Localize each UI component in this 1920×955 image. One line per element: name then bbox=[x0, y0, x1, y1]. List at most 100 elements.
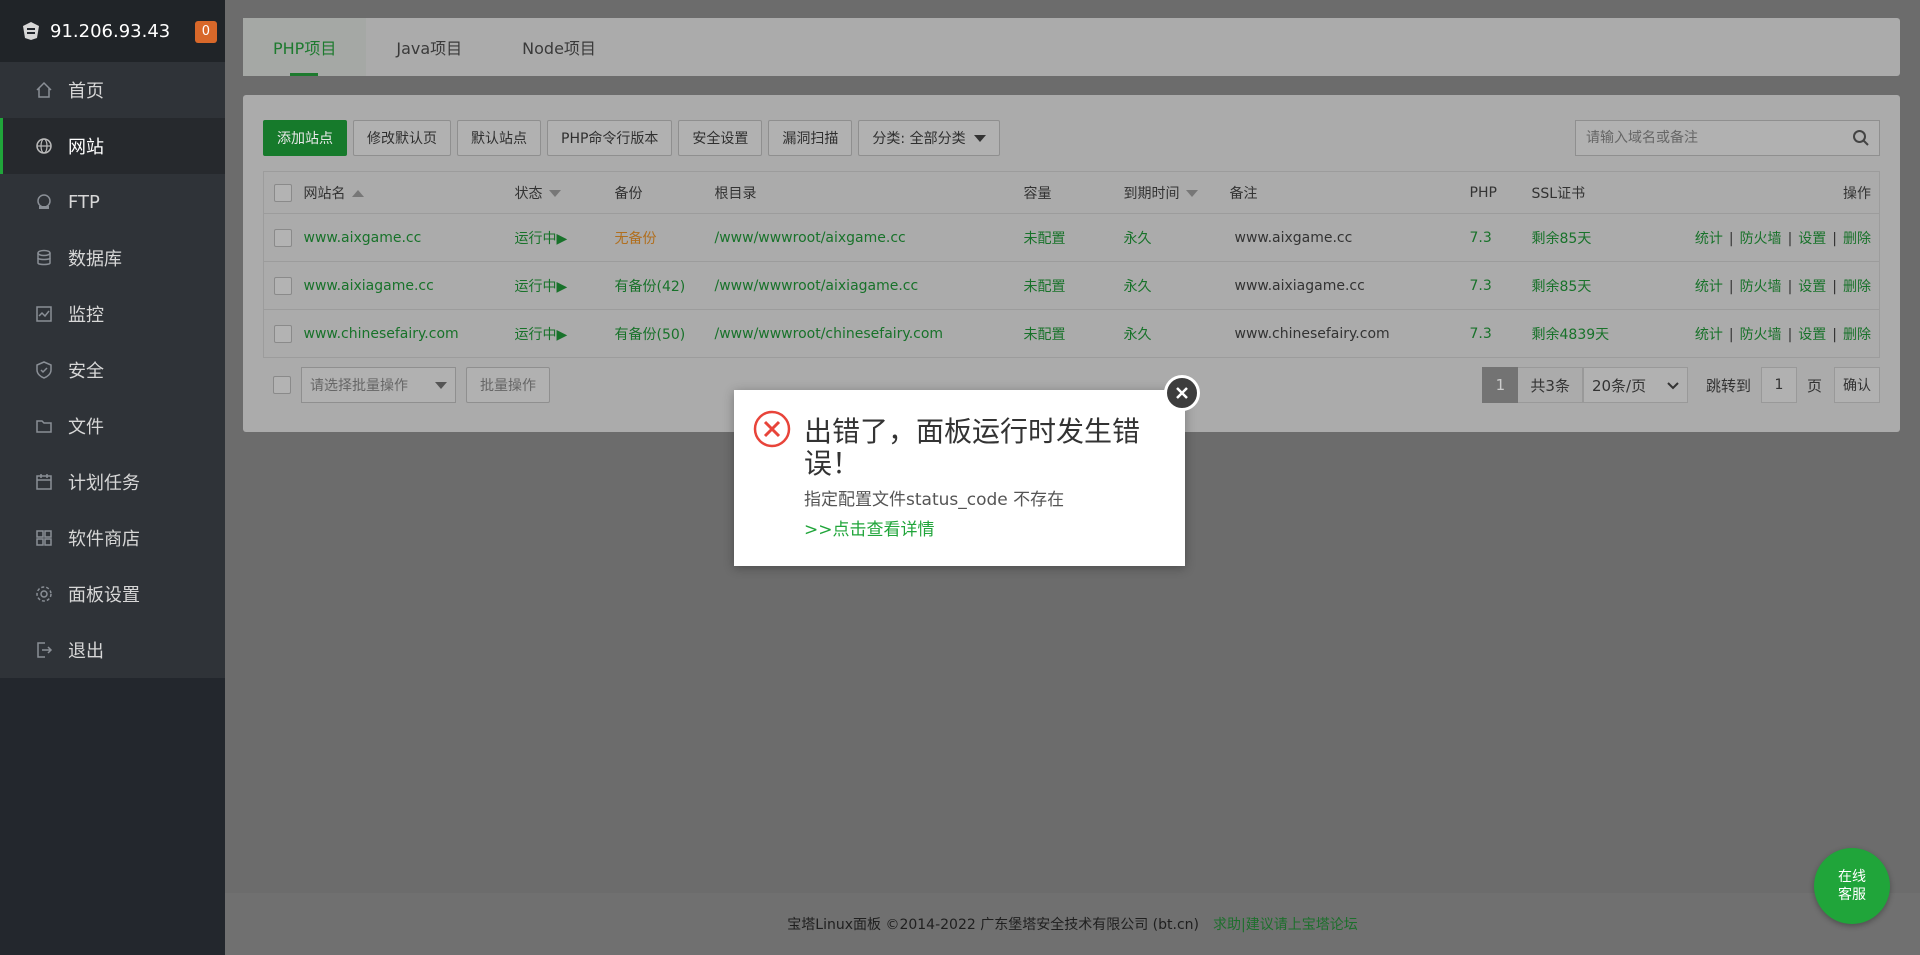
category-dropdown[interactable]: 分类: 全部分类 bbox=[858, 120, 1000, 156]
firewall-link[interactable]: 防火墙 bbox=[1740, 231, 1782, 247]
sidebar-item-label: 监控 bbox=[68, 305, 104, 326]
ssl-status-link[interactable]: 剩余4839天 bbox=[1531, 309, 1652, 358]
backup-link[interactable]: 有备份(50) bbox=[614, 309, 715, 358]
vuln-scan-button[interactable]: 漏洞扫描 bbox=[768, 120, 853, 156]
firewall-link[interactable]: 防火墙 bbox=[1740, 279, 1782, 295]
sidebar-item-logout[interactable]: 退出 bbox=[0, 622, 225, 678]
tab-php-projects[interactable]: PHP项目 bbox=[243, 18, 367, 76]
site-name-link[interactable]: www.chinesefairy.com bbox=[303, 309, 515, 358]
chat-label-line1: 在线 bbox=[1838, 869, 1866, 885]
stats-link[interactable]: 统计 bbox=[1695, 279, 1723, 295]
stats-link[interactable]: 统计 bbox=[1695, 327, 1723, 343]
settings-link[interactable]: 设置 bbox=[1798, 279, 1826, 295]
sidebar-item-database[interactable]: 数据库 bbox=[0, 230, 225, 286]
select-all-checkbox[interactable] bbox=[274, 183, 292, 202]
sidebar-item-files[interactable]: 文件 bbox=[0, 398, 225, 454]
page-size-select[interactable]: 20条/页 bbox=[1582, 367, 1688, 403]
batch-select[interactable]: 请选择批量操作 bbox=[301, 367, 456, 403]
jump-page-input[interactable]: 1 bbox=[1760, 367, 1797, 403]
status-toggle[interactable]: 运行中▶ bbox=[514, 309, 615, 358]
table-row: www.aixgame.cc 运行中▶ 无备份 /www/wwwroot/aix… bbox=[263, 213, 1880, 262]
row-select-cell bbox=[263, 213, 304, 262]
quota-link[interactable]: 未配置 bbox=[1023, 261, 1124, 310]
select-all-bottom-checkbox[interactable] bbox=[273, 376, 291, 394]
settings-link[interactable]: 设置 bbox=[1798, 231, 1826, 247]
database-icon bbox=[34, 248, 54, 268]
remark-cell[interactable]: www.aixiagame.cc bbox=[1229, 261, 1470, 310]
row-checkbox[interactable] bbox=[274, 276, 292, 295]
sidebar-item-panel-settings[interactable]: 面板设置 bbox=[0, 566, 225, 622]
delete-link[interactable]: 删除 bbox=[1843, 279, 1871, 295]
expire-link[interactable]: 永久 bbox=[1123, 309, 1230, 358]
php-cli-version-button[interactable]: PHP命令行版本 bbox=[547, 120, 673, 156]
status-toggle[interactable]: 运行中▶ bbox=[514, 261, 615, 310]
root-path-link[interactable]: /www/wwwroot/aixiagame.cc bbox=[714, 261, 1024, 310]
error-details-link[interactable]: >>点击查看详情 bbox=[804, 515, 935, 540]
row-checkbox[interactable] bbox=[274, 324, 292, 343]
ops-separator: | bbox=[1728, 278, 1734, 295]
settings-link[interactable]: 设置 bbox=[1798, 327, 1826, 343]
notification-badge[interactable]: 0 bbox=[194, 21, 217, 43]
error-message: 指定配置文件status_code 不存在 bbox=[804, 490, 1065, 510]
jump-confirm-button[interactable]: 确认 bbox=[1834, 367, 1880, 403]
close-icon[interactable] bbox=[1164, 375, 1200, 411]
search-icon[interactable] bbox=[1843, 121, 1879, 155]
default-site-button[interactable]: 默认站点 bbox=[457, 120, 541, 156]
remark-cell[interactable]: www.chinesefairy.com bbox=[1229, 309, 1470, 358]
quota-link[interactable]: 未配置 bbox=[1023, 309, 1124, 358]
row-ops: 统计 | 防火墙 | 设置 | 删除 bbox=[1651, 261, 1880, 310]
header-ops: 操作 bbox=[1651, 171, 1880, 214]
header-name[interactable]: 网站名 bbox=[303, 171, 515, 214]
sidebar-item-monitor[interactable]: 监控 bbox=[0, 286, 225, 342]
status-toggle[interactable]: 运行中▶ bbox=[514, 213, 615, 262]
modify-default-page-button[interactable]: 修改默认页 bbox=[353, 120, 451, 156]
error-dialog: 出错了，面板运行时发生错误！ 指定配置文件status_code 不存在 >>点… bbox=[734, 375, 1200, 566]
security-settings-button[interactable]: 安全设置 bbox=[678, 120, 763, 156]
header-expire[interactable]: 到期时间 bbox=[1123, 171, 1230, 214]
online-support-button[interactable]: 在线 客服 bbox=[1814, 848, 1890, 924]
ssl-status-link[interactable]: 剩余85天 bbox=[1531, 213, 1652, 262]
backup-link[interactable]: 无备份 bbox=[614, 213, 715, 262]
firewall-link[interactable]: 防火墙 bbox=[1740, 327, 1782, 343]
stats-link[interactable]: 统计 bbox=[1695, 231, 1723, 247]
root-path-link[interactable]: /www/wwwroot/chinesefairy.com bbox=[714, 309, 1024, 358]
sidebar-item-label: 退出 bbox=[68, 641, 104, 662]
row-ops: 统计 | 防火墙 | 设置 | 删除 bbox=[1651, 213, 1880, 262]
site-name-link[interactable]: www.aixgame.cc bbox=[303, 213, 515, 262]
batch-action-button[interactable]: 批量操作 bbox=[466, 367, 550, 403]
sidebar-item-security[interactable]: 安全 bbox=[0, 342, 225, 398]
sidebar-item-label: 首页 bbox=[68, 81, 104, 102]
expire-link[interactable]: 永久 bbox=[1123, 261, 1230, 310]
sidebar-item-ftp[interactable]: FTP bbox=[0, 174, 225, 230]
sidebar-item-cron[interactable]: 计划任务 bbox=[0, 454, 225, 510]
sidebar-item-websites[interactable]: 网站 bbox=[0, 118, 225, 174]
apps-icon bbox=[34, 528, 54, 548]
ssl-status-link[interactable]: 剩余85天 bbox=[1531, 261, 1652, 310]
expire-link[interactable]: 永久 bbox=[1123, 213, 1230, 262]
remark-cell[interactable]: www.aixgame.cc bbox=[1229, 213, 1470, 262]
row-checkbox[interactable] bbox=[274, 228, 292, 247]
tab-node-projects[interactable]: Node项目 bbox=[492, 18, 626, 76]
php-version-link[interactable]: 7.3 bbox=[1469, 261, 1532, 310]
quota-link[interactable]: 未配置 bbox=[1023, 213, 1124, 262]
sidebar-item-app-store[interactable]: 软件商店 bbox=[0, 510, 225, 566]
header-status[interactable]: 状态 bbox=[514, 171, 615, 214]
forum-link[interactable]: 求助|建议请上宝塔论坛 bbox=[1213, 914, 1358, 934]
search-input[interactable] bbox=[1576, 121, 1843, 155]
sidebar-item-home[interactable]: 首页 bbox=[0, 62, 225, 118]
tab-java-projects[interactable]: Java项目 bbox=[366, 18, 492, 76]
delete-link[interactable]: 删除 bbox=[1843, 327, 1871, 343]
backup-link[interactable]: 有备份(42) bbox=[614, 261, 715, 310]
chat-label-line2: 客服 bbox=[1838, 887, 1866, 903]
sidebar-item-label: 安全 bbox=[68, 361, 104, 382]
php-version-link[interactable]: 7.3 bbox=[1469, 309, 1532, 358]
add-site-button[interactable]: 添加站点 bbox=[263, 120, 347, 156]
delete-link[interactable]: 删除 bbox=[1843, 231, 1871, 247]
site-name-link[interactable]: www.aixiagame.cc bbox=[303, 261, 515, 310]
header-php: PHP bbox=[1469, 171, 1532, 214]
root-path-link[interactable]: /www/wwwroot/aixgame.cc bbox=[714, 213, 1024, 262]
php-version-link[interactable]: 7.3 bbox=[1469, 213, 1532, 262]
sidebar: 91.206.93.43 0 首页 网站 FTP 数据库 监控 安全 文件 计划… bbox=[0, 0, 225, 955]
select-all-cell bbox=[263, 171, 304, 214]
page-current[interactable]: 1 bbox=[1482, 367, 1519, 403]
